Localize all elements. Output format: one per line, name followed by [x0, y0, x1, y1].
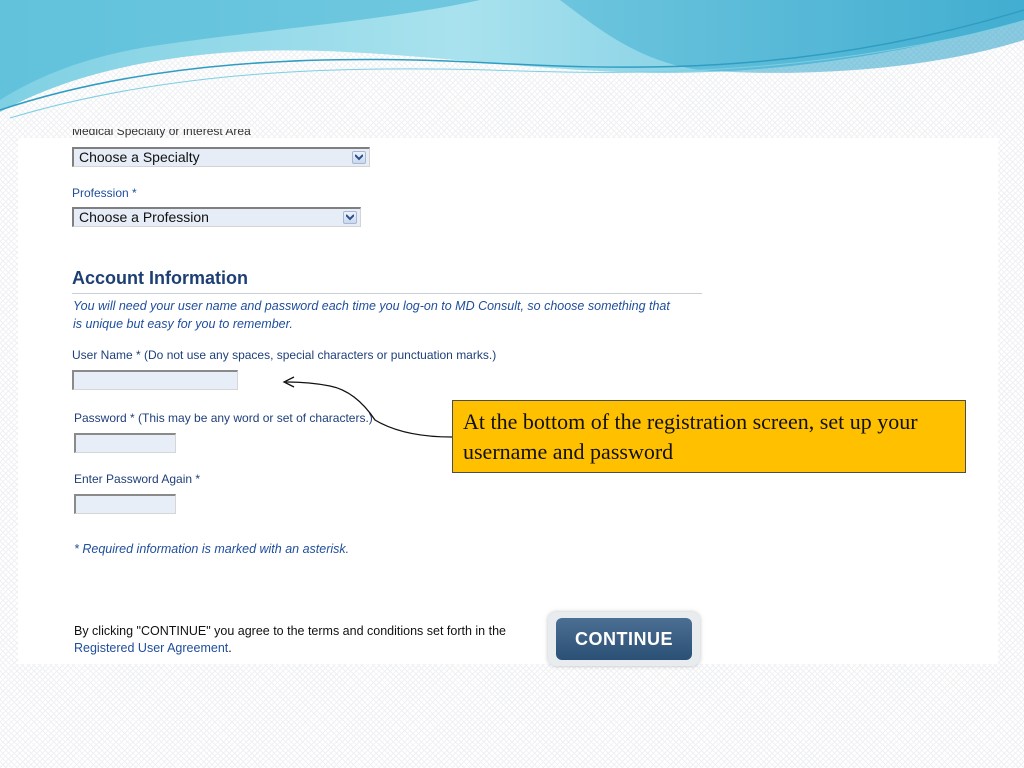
agreement-text: By clicking "CONTINUE" you agree to the … [74, 623, 534, 657]
registered-user-agreement-link[interactable]: Registered User Agreement [74, 641, 228, 655]
username-input[interactable] [72, 370, 238, 390]
profession-select-value: Choose a Profession [79, 209, 209, 225]
username-label: User Name * (Do not use any spaces, spec… [72, 348, 497, 362]
password-again-input[interactable] [74, 494, 176, 514]
continue-button[interactable]: CONTINUE [556, 618, 692, 660]
profession-select[interactable]: Choose a Profession [72, 207, 361, 227]
instruction-callout: At the bottom of the registration screen… [452, 400, 966, 473]
specialty-select-value: Choose a Specialty [79, 149, 200, 165]
password-input[interactable] [74, 433, 176, 453]
section-title: Account Information [72, 268, 248, 288]
required-note: * Required information is marked with an… [74, 542, 350, 556]
agreement-suffix: . [228, 641, 232, 655]
continue-button-frame: CONTINUE [548, 612, 700, 666]
password-label: Password * (This may be any word or set … [74, 411, 373, 425]
decorative-wave-header [0, 0, 1024, 119]
cut-off-label: Medical Specialty or Interest Area [72, 129, 251, 138]
profession-label: Profession * [72, 186, 137, 200]
chevron-down-icon[interactable] [343, 211, 357, 224]
account-intro-text: You will need your user name and passwor… [73, 299, 670, 331]
password-again-label: Enter Password Again * [74, 472, 201, 486]
section-divider [72, 293, 702, 294]
agreement-prefix: By clicking "CONTINUE" you agree to the … [74, 624, 506, 638]
chevron-down-icon[interactable] [352, 151, 366, 164]
specialty-select[interactable]: Choose a Specialty [72, 147, 370, 167]
